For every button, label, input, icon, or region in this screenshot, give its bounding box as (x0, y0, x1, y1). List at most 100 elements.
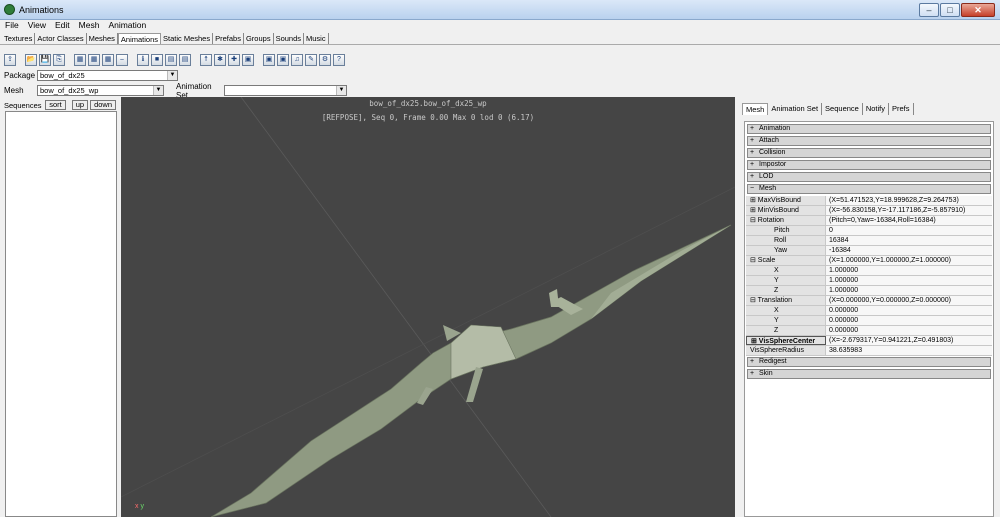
info-icon[interactable]: ℹ (137, 54, 149, 66)
expand-icon[interactable]: + (750, 358, 759, 366)
viewport-title: bow_of_dx25.bow_of_dx25_wp (369, 99, 487, 108)
property-row[interactable]: ⊞ MaxVisBound (X=51.471523,Y=18.999628,Z=… (746, 196, 992, 206)
tab-prefs[interactable]: Prefs (889, 103, 914, 115)
property-value[interactable]: -16384 (826, 246, 992, 255)
open-icon[interactable]: 📂 (25, 54, 37, 66)
bone-icon[interactable]: ✱ (214, 54, 226, 66)
property-value[interactable]: 16384 (826, 236, 992, 245)
tab-notify[interactable]: Notify (863, 103, 889, 115)
property-value[interactable]: (X=-56.830158,Y=-17.117186,Z=-5.857910) (826, 206, 992, 215)
mesh2-icon[interactable]: ▣ (277, 54, 289, 66)
property-row[interactable]: Yaw -16384 (746, 246, 992, 256)
3d-viewport[interactable]: bow_of_dx25.bow_of_dx25_wp [REFPOSE], Se… (121, 97, 735, 517)
property-row[interactable]: ⊟ Translation (X=0.000000,Y=0.000000,Z=0.… (746, 296, 992, 306)
property-row[interactable]: Y 0.000000 (746, 316, 992, 326)
close-button[interactable]: ✕ (961, 3, 995, 17)
anim-icon-1[interactable]: ▦ (74, 54, 86, 66)
animset-combo[interactable]: ▼ (224, 85, 347, 96)
package-row: Package bow_of_dx25 ▼ (4, 70, 178, 81)
category-impostor[interactable]: + Impostor (747, 160, 991, 170)
down-button[interactable]: down (90, 100, 116, 110)
category-redigest[interactable]: + Redigest (747, 357, 991, 367)
property-value[interactable]: (X=-2.679317,Y=0.941221,Z=0.491803) (826, 336, 992, 345)
property-row[interactable]: Z 0.000000 (746, 326, 992, 336)
properties-panel: Mesh Animation Set Sequence Notify Prefs… (740, 97, 1000, 517)
anim-icon-2[interactable]: ▦ (88, 54, 100, 66)
tab-sequence[interactable]: Sequence (822, 103, 863, 115)
book-icon[interactable]: ■ (151, 54, 163, 66)
category-animation[interactable]: + Animation (747, 124, 991, 134)
grid2-icon[interactable]: ▤ (179, 54, 191, 66)
category-label: Skin (759, 370, 773, 377)
sequences-list[interactable] (5, 111, 117, 517)
sort-button[interactable]: sort (45, 100, 66, 110)
property-value[interactable]: (X=51.471523,Y=18.999628,Z=9.264753) (826, 196, 992, 205)
tab-mesh[interactable]: Mesh (742, 103, 769, 115)
tab-animation-set[interactable]: Animation Set (768, 103, 823, 115)
panel-tabs: Mesh Animation Set Sequence Notify Prefs (742, 103, 914, 115)
property-row[interactable]: Y 1.000000 (746, 276, 992, 286)
category-collision[interactable]: + Collision (747, 148, 991, 158)
property-row[interactable]: Z 1.000000 (746, 286, 992, 296)
category-lod[interactable]: + LOD (747, 172, 991, 182)
property-row[interactable]: ⊞ VisSphereCenter (X=-2.679317,Y=0.941221… (746, 336, 992, 346)
package-combo[interactable]: bow_of_dx25 ▼ (37, 70, 178, 81)
category-attach[interactable]: + Attach (747, 136, 991, 146)
property-row[interactable]: X 0.000000 (746, 306, 992, 316)
up-button[interactable]: up (71, 100, 89, 110)
property-value[interactable]: (X=1.000000,Y=1.000000,Z=1.000000) (826, 256, 992, 265)
property-value[interactable]: 1.000000 (826, 286, 992, 295)
property-value[interactable]: (Pitch=0,Yaw=-16384,Roll=16384) (826, 216, 992, 225)
menu-edit[interactable]: Edit (55, 20, 70, 32)
mesh-icon[interactable]: ▣ (263, 54, 275, 66)
copy-icon[interactable]: ⎘ (53, 54, 65, 66)
property-row[interactable]: Roll 16384 (746, 236, 992, 246)
menu-mesh[interactable]: Mesh (79, 20, 100, 32)
expand-icon[interactable]: + (750, 173, 759, 181)
window-title: Animations (19, 5, 64, 15)
anim-icon-3[interactable]: ▦ (102, 54, 114, 66)
property-value[interactable]: 1.000000 (826, 276, 992, 285)
expand-icon[interactable]: + (750, 137, 759, 145)
mesh-combo[interactable]: bow_of_dx25_wp ▼ (37, 85, 164, 96)
property-value[interactable]: 0.000000 (826, 306, 992, 315)
viewport-info: [REFPOSE], Seq 0, Frame 0.00 Max 0 lod 0… (321, 113, 535, 122)
sound-icon[interactable]: ♫ (291, 54, 303, 66)
collapse-icon[interactable]: − (750, 185, 759, 193)
expand-icon[interactable]: + (750, 125, 759, 133)
actor-icon[interactable]: ☨ (200, 54, 212, 66)
minimize-button[interactable]: – (919, 3, 939, 17)
notify-icon[interactable]: ✎ (305, 54, 317, 66)
menu-view[interactable]: View (28, 20, 46, 32)
expand-icon[interactable]: + (750, 370, 759, 378)
expand-icon[interactable]: + (750, 161, 759, 169)
link-icon[interactable]: ⎯ (116, 54, 128, 66)
property-row[interactable]: ⊟ Rotation (Pitch=0,Yaw=-16384,Roll=16384… (746, 216, 992, 226)
category-skin[interactable]: + Skin (747, 369, 991, 379)
category-mesh[interactable]: − Mesh (747, 184, 991, 194)
menu-file[interactable]: File (5, 20, 19, 32)
expand-icon[interactable]: + (750, 149, 759, 157)
menu-animation[interactable]: Animation (108, 20, 146, 32)
property-value[interactable]: 0.000000 (826, 326, 992, 335)
property-value[interactable]: 1.000000 (826, 266, 992, 275)
grid-icon[interactable]: ▤ (165, 54, 177, 66)
title-bar: Animations – □ ✕ (0, 0, 1000, 20)
import-icon[interactable]: ⇪ (4, 54, 16, 66)
property-row[interactable]: ⊞ MinVisBound (X=-56.830158,Y=-17.117186,… (746, 206, 992, 216)
property-row[interactable]: Pitch 0 (746, 226, 992, 236)
property-value[interactable]: 0.000000 (826, 316, 992, 325)
prefs-icon[interactable]: ⚙ (319, 54, 331, 66)
property-row[interactable]: ⊟ Scale (X=1.000000,Y=1.000000,Z=1.000000… (746, 256, 992, 266)
property-row[interactable]: VisSphereRadius 38.635983 (746, 346, 992, 356)
property-grid[interactable]: + Animation + Attach + Collision + Impostor + LOD… (744, 121, 994, 517)
save-icon[interactable]: 💾 (39, 54, 51, 66)
bone2-icon[interactable]: ✚ (228, 54, 240, 66)
frame-icon[interactable]: ▣ (242, 54, 254, 66)
maximize-button[interactable]: □ (940, 3, 960, 17)
help-icon[interactable]: ? (333, 54, 345, 66)
property-value[interactable]: 38.635983 (826, 346, 992, 355)
property-value[interactable]: (X=0.000000,Y=0.000000,Z=0.000000) (826, 296, 992, 305)
property-value[interactable]: 0 (826, 226, 992, 235)
property-row[interactable]: X 1.000000 (746, 266, 992, 276)
